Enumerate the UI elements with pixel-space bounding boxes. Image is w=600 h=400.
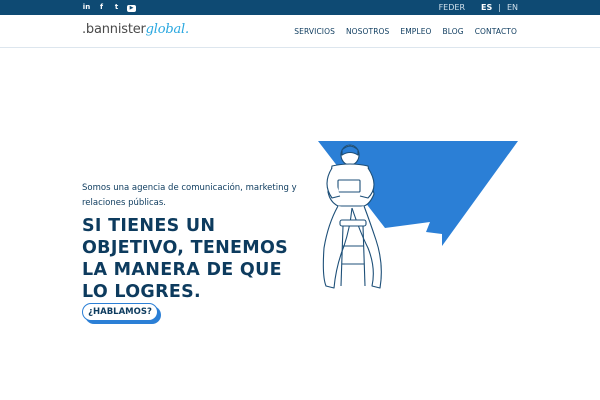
facebook-icon[interactable]: f <box>97 2 106 13</box>
hero-headline: SI TIENES UN OBJETIVO, TENEMOS LA MANERA… <box>82 216 289 302</box>
logo[interactable]: .bannisterglobal. <box>82 22 189 37</box>
nav-contacto[interactable]: CONTACTO <box>475 27 517 36</box>
nav-nosotros[interactable]: NOSOTROS <box>346 27 389 36</box>
nav-blog[interactable]: BLOG <box>443 27 464 36</box>
twitter-icon[interactable]: t <box>112 2 121 13</box>
cta-button[interactable]: ¿HABLAMOS? <box>82 303 158 321</box>
top-bar: in f t ▶ FEDER ES | EN <box>0 0 600 15</box>
hero-intro: Somos una agencia de comunicación, marke… <box>82 183 297 208</box>
lang-en-link[interactable]: EN <box>507 3 518 12</box>
feder-link[interactable]: FEDER <box>439 3 465 12</box>
site-header: .bannisterglobal. SERVICIOS NOSOTROS EMP… <box>0 15 600 48</box>
youtube-icon[interactable]: ▶ <box>127 5 136 12</box>
nav-servicios[interactable]: SERVICIOS <box>294 27 335 36</box>
main-nav: SERVICIOS NOSOTROS EMPLEO BLOG CONTACTO <box>294 27 517 36</box>
linkedin-icon[interactable]: in <box>82 2 91 13</box>
lang-separator: | <box>498 3 501 12</box>
logo-suffix: global. <box>145 22 189 37</box>
language-switcher: FEDER ES | EN <box>439 3 518 12</box>
lang-es-link[interactable]: ES <box>481 3 492 12</box>
nav-empleo[interactable]: EMPLEO <box>400 27 431 36</box>
hero-illustration <box>318 141 518 289</box>
logo-prefix: .bannister <box>82 22 146 37</box>
social-links: in f t ▶ <box>82 2 136 13</box>
